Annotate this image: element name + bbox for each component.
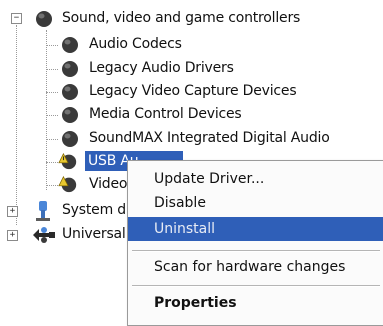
speaker-icon bbox=[36, 11, 52, 27]
warning-icon bbox=[58, 152, 77, 170]
children-tree-line bbox=[46, 30, 47, 190]
speaker-icon bbox=[62, 84, 78, 100]
speaker-icon bbox=[62, 61, 78, 77]
collapse-toggle[interactable]: − bbox=[11, 13, 22, 24]
device-label: Media Control Devices bbox=[89, 106, 242, 122]
menu-item-properties[interactable]: Properties bbox=[128, 291, 383, 315]
menu-separator bbox=[132, 285, 380, 287]
category-label: System d bbox=[62, 202, 126, 218]
menu-item-uninstall[interactable]: Uninstall bbox=[128, 217, 383, 241]
menu-item-scan-hardware[interactable]: Scan for hardware changes bbox=[128, 255, 383, 279]
category-label: Universal bbox=[62, 226, 126, 242]
expand-toggle[interactable]: + bbox=[7, 230, 18, 241]
menu-item-update-driver[interactable]: Update Driver... bbox=[128, 167, 383, 191]
expand-toggle[interactable]: + bbox=[7, 206, 18, 217]
device-label: Video bbox=[89, 176, 128, 192]
device-label: Audio Codecs bbox=[89, 36, 182, 52]
speaker-icon bbox=[62, 131, 78, 147]
device-label: Legacy Video Capture Devices bbox=[89, 83, 297, 99]
system-devices-icon bbox=[36, 201, 50, 221]
category-label: Sound, video and game controllers bbox=[62, 10, 301, 26]
tree-line bbox=[16, 25, 17, 225]
context-menu: Update Driver... Disable Uninstall Scan … bbox=[127, 160, 383, 326]
speaker-icon bbox=[62, 37, 78, 53]
menu-separator bbox=[132, 250, 380, 252]
device-label: Legacy Audio Drivers bbox=[89, 60, 234, 76]
speaker-icon bbox=[62, 107, 78, 123]
usb-controller-icon bbox=[33, 227, 55, 243]
warning-icon bbox=[58, 175, 77, 193]
device-label: SoundMAX Integrated Digital Audio bbox=[89, 130, 330, 146]
menu-item-disable[interactable]: Disable bbox=[128, 191, 383, 215]
